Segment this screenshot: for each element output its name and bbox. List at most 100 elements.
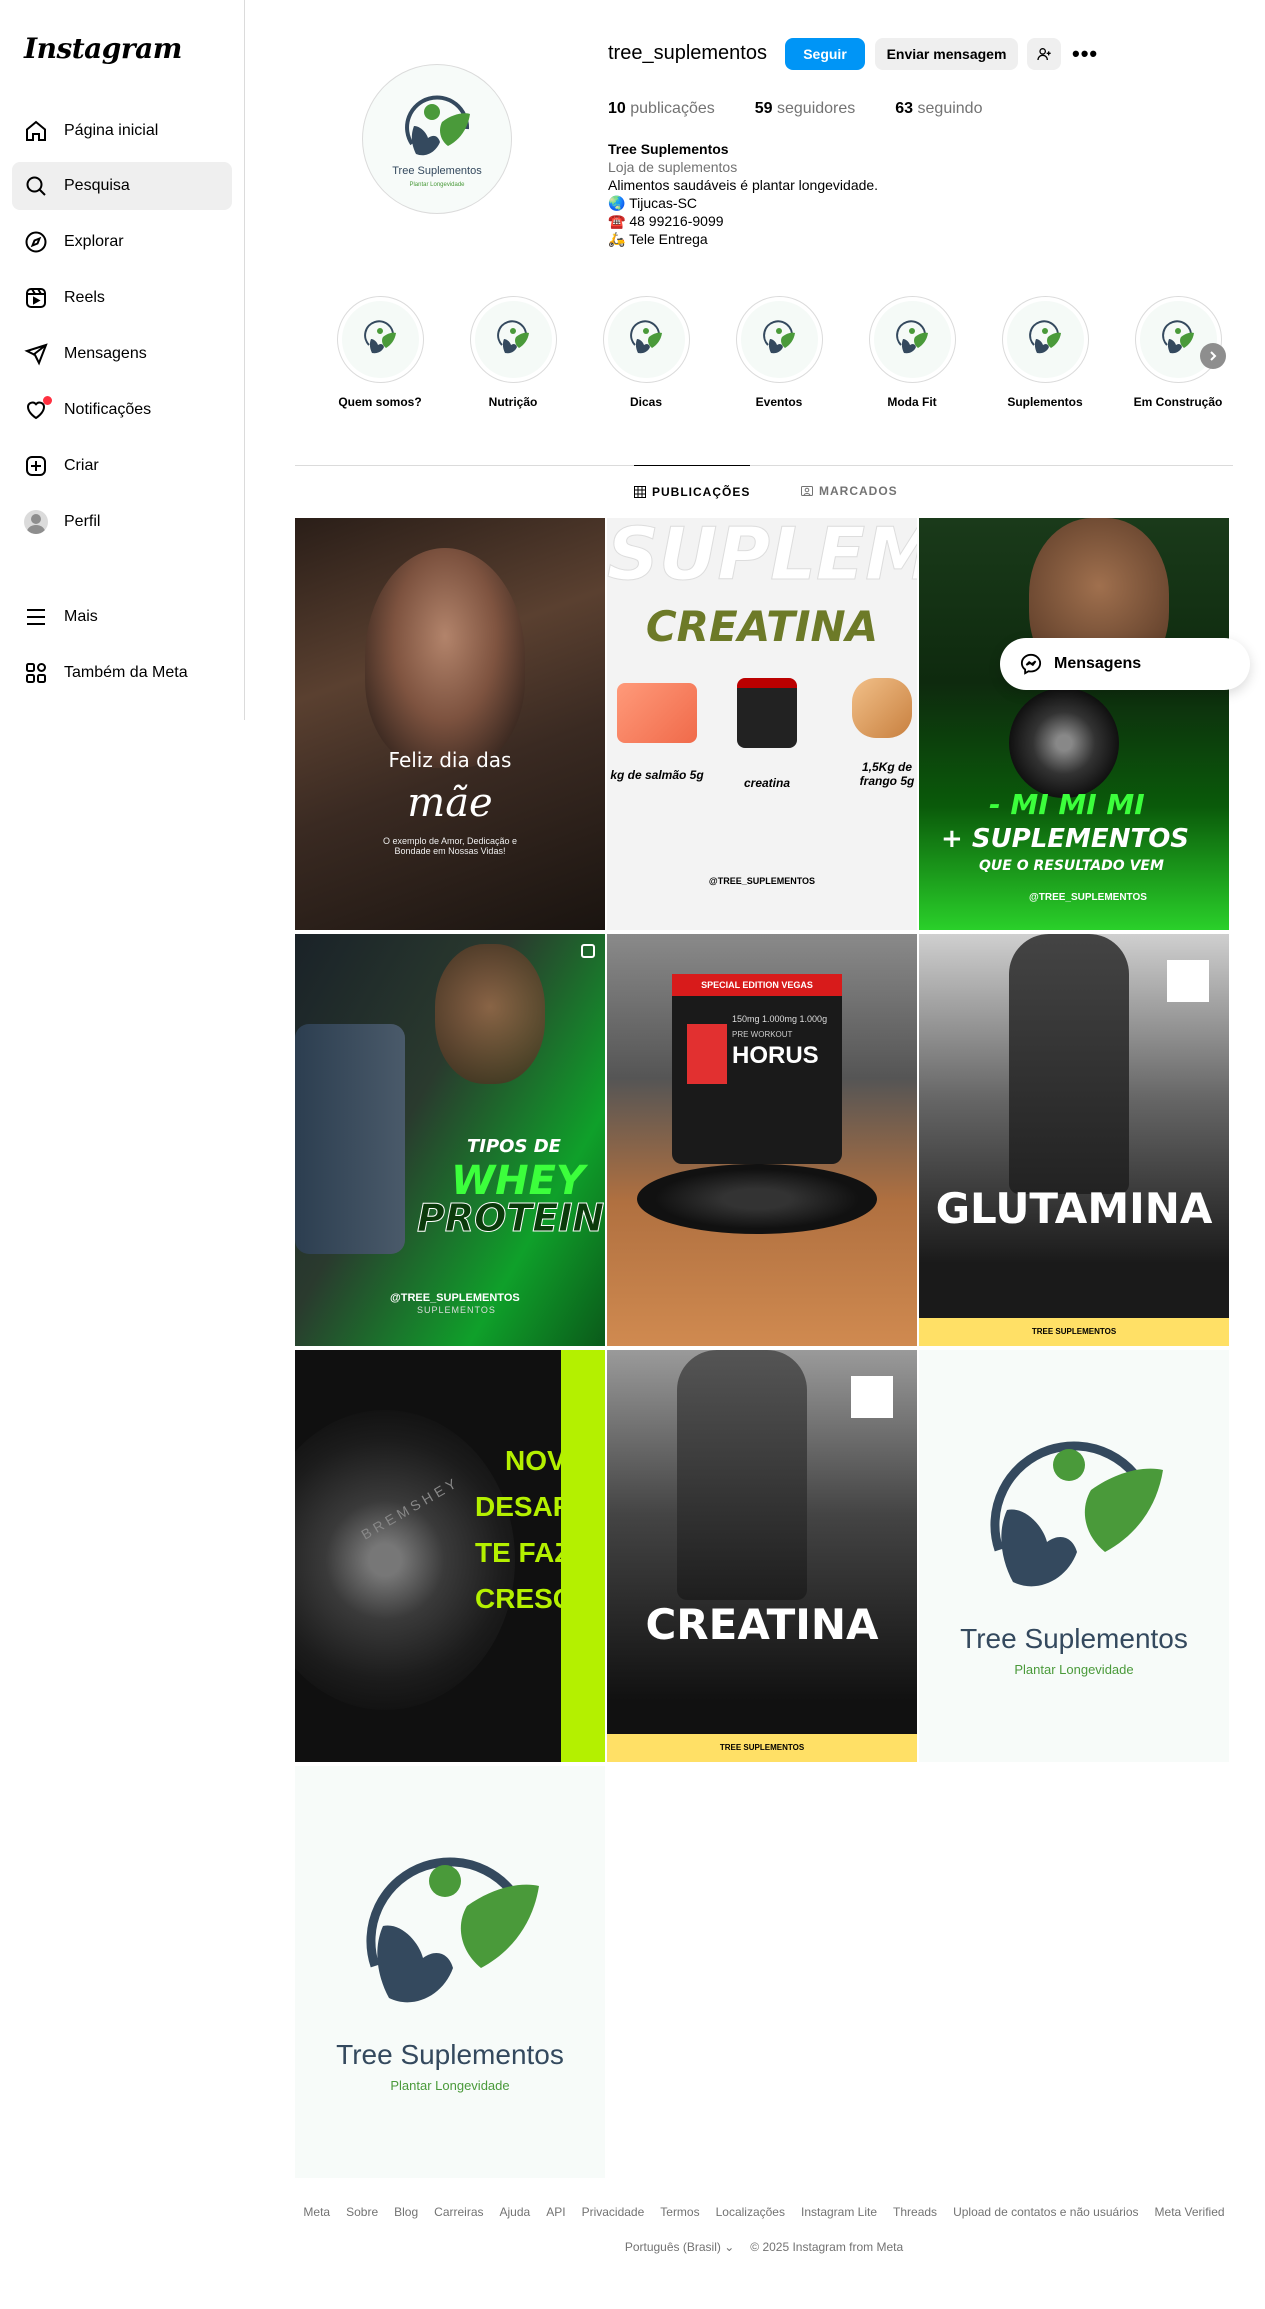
photo-athlete-legs	[1009, 934, 1129, 1194]
highlight-label: Eventos	[755, 395, 803, 409]
post-text: SPECIAL EDITION VEGAS	[672, 974, 842, 996]
sidebar-item-reels[interactable]: Reels	[12, 274, 232, 322]
footer-link[interactable]: Ajuda	[500, 2205, 531, 2219]
profile-logo-tagline: Plantar Longevidade	[409, 182, 465, 188]
highlight-ring	[469, 296, 557, 383]
sidebar-item-label: Mais	[64, 608, 98, 625]
followers-count[interactable]: 59 seguidores	[755, 100, 856, 118]
post-text: QUE O RESULTADO VEM	[979, 858, 1164, 874]
post-text: mãe	[407, 780, 493, 826]
photo-mother	[365, 548, 525, 768]
footer-link[interactable]: Privacidade	[582, 2205, 645, 2219]
post-novos-desafios[interactable]: BREMSHEY NOVOS DESAFIOS TE FAZEM CRESCER	[295, 1350, 605, 1762]
post-whey-protein[interactable]: TIPOS DE WHEY PROTEIN @TREE_SUPLEMENTOS …	[295, 934, 605, 1346]
post-brand-logo[interactable]: Tree Suplementos Plantar Longevidade	[919, 1350, 1229, 1762]
brand-logo-icon: Tree Suplementos Plantar Longevidade	[392, 95, 482, 188]
post-text: 150mg 1.000mg 1.000g	[732, 1014, 828, 1024]
sidebar-item-explore[interactable]: Explorar	[12, 218, 232, 266]
sidebar-item-profile[interactable]: Perfil	[12, 498, 232, 546]
sidebar-item-notifications[interactable]: Notificações	[12, 386, 232, 434]
post-text: TREE SUPLEMENTOS	[919, 1318, 1229, 1346]
post-text: SUPLEMENTOS	[417, 1305, 496, 1315]
post-mothers-day[interactable]: Feliz dia das mãe O exemplo de Amor, Ded…	[295, 518, 605, 930]
footer-link[interactable]: Threads	[893, 2205, 937, 2219]
follow-button[interactable]: Seguir	[785, 38, 865, 70]
post-text: + SUPLEMENTOS	[941, 824, 1190, 854]
highlight-ring	[1001, 296, 1089, 383]
menu-icon	[27, 609, 45, 625]
footer-link[interactable]: Upload de contatos e não usuários	[953, 2205, 1138, 2219]
footer-link[interactable]: Localizações	[716, 2205, 785, 2219]
footer-link[interactable]: API	[546, 2205, 565, 2219]
more-options-button[interactable]: •••	[1072, 41, 1098, 67]
copyright: © 2025 Instagram from Meta	[750, 2240, 904, 2254]
footer-link[interactable]: Sobre	[346, 2205, 378, 2219]
whey-tub-image	[295, 1024, 405, 1254]
post-text: O exemplo de Amor, Dedicação e Bondade e…	[382, 836, 518, 856]
footer-link[interactable]: Meta	[303, 2205, 330, 2219]
footer-link[interactable]: Meta Verified	[1155, 2205, 1225, 2219]
post-glutamina[interactable]: GLUTAMINA TREE SUPLEMENTOS	[919, 934, 1229, 1346]
highlight-ring	[336, 296, 424, 383]
story-highlight[interactable]: Suplementos	[990, 296, 1100, 409]
profile-username: tree_suplementos	[608, 42, 767, 64]
sidebar-item-messages[interactable]: Mensagens	[12, 330, 232, 378]
profile-picture[interactable]: Tree Suplementos Plantar Longevidade	[362, 64, 512, 214]
post-mimimi[interactable]: - MI MI MI + SUPLEMENTOS QUE O RESULTADO…	[919, 518, 1229, 930]
post-creatina-gym[interactable]: CREATINA TREE SUPLEMENTOS	[607, 1350, 917, 1762]
sidebar-item-label: Página inicial	[64, 122, 159, 139]
footer-link[interactable]: Termos	[660, 2205, 699, 2219]
sidebar-item-create[interactable]: Criar	[12, 442, 232, 490]
bio-location: 🌏 Tijucas-SC	[608, 195, 698, 211]
highlight-thumbnail	[740, 301, 818, 378]
highlight-thumbnail	[607, 301, 685, 378]
creatine-jar-image	[737, 678, 797, 748]
story-highlight[interactable]: Quem somos?	[325, 296, 435, 409]
footer-link[interactable]: Instagram Lite	[801, 2205, 877, 2219]
language-selector[interactable]: Português (Brasil) ⌄	[625, 2240, 734, 2254]
post-creatina-comparison[interactable]: SUPLEM CREATINA kg de salmão 5g creatina…	[607, 518, 917, 930]
sidebar-item-home[interactable]: Página inicial	[12, 107, 232, 155]
tab-tagged[interactable]: MARCADOS	[801, 475, 898, 507]
send-icon	[24, 343, 48, 366]
brand-badge	[1167, 960, 1209, 1002]
story-highlight[interactable]: Moda Fit	[857, 296, 967, 409]
sidebar-item-search[interactable]: Pesquisa	[12, 162, 232, 210]
highlight-label: Dicas	[629, 395, 663, 409]
tabs-divider	[295, 465, 1233, 466]
carousel-icon	[581, 944, 595, 958]
post-text: PRE WORKOUT	[732, 1030, 793, 1039]
dumbbell-image	[1009, 688, 1119, 798]
highlights-next-button[interactable]	[1200, 343, 1226, 369]
messages-floating-button[interactable]: Mensagens	[1000, 638, 1250, 690]
post-text: CREATINA	[645, 1600, 879, 1649]
send-message-button[interactable]: Enviar mensagem	[875, 38, 1018, 70]
tab-posts[interactable]: PUBLICAÇÕES	[634, 465, 751, 507]
profile-name: Tree Suplementos	[608, 141, 729, 157]
footer-link[interactable]: Blog	[394, 2205, 418, 2219]
story-highlight[interactable]: Eventos	[724, 296, 834, 409]
following-count[interactable]: 63 seguindo	[895, 100, 982, 118]
story-highlight[interactable]: Dicas	[591, 296, 701, 409]
post-text: 1,5Kg de frango 5g	[859, 760, 915, 788]
story-highlight[interactable]: Nutrição	[458, 296, 568, 409]
sidebar-item-more[interactable]: Mais	[12, 593, 232, 641]
post-brand-logo[interactable]: Tree Suplementos Plantar Longevidade	[295, 1766, 605, 2178]
post-text: @TREE_SUPLEMENTOS	[708, 876, 816, 886]
footer-link[interactable]: Carreiras	[434, 2205, 483, 2219]
instagram-logo[interactable]: Instagram	[24, 32, 182, 65]
post-text: - MI MI MI	[989, 788, 1145, 821]
highlight-ring	[1134, 296, 1222, 383]
suggest-users-button[interactable]	[1027, 38, 1061, 70]
profile-bio: Tree Suplementos Loja de suplementos Ali…	[608, 140, 878, 248]
post-horus-preworkout[interactable]: SPECIAL EDITION VEGAS 150mg 1.000mg 1.00…	[607, 934, 917, 1346]
profile-stats: 10 publicações 59 seguidores 63 seguindo	[608, 100, 982, 118]
highlight-label: Quem somos?	[338, 395, 422, 409]
brand-logo-icon: Tree Suplementos Plantar Longevidade	[960, 1441, 1188, 1677]
highlight-label: Moda Fit	[887, 395, 937, 409]
sidebar-item-meta[interactable]: Também da Meta	[12, 649, 232, 697]
horus-logo-mark	[687, 1024, 727, 1084]
sidebar: Instagram Página inicial Pesquisa Explor…	[0, 0, 245, 720]
highlight-ring	[602, 296, 690, 383]
post-text: GLUTAMINA	[935, 1184, 1213, 1233]
